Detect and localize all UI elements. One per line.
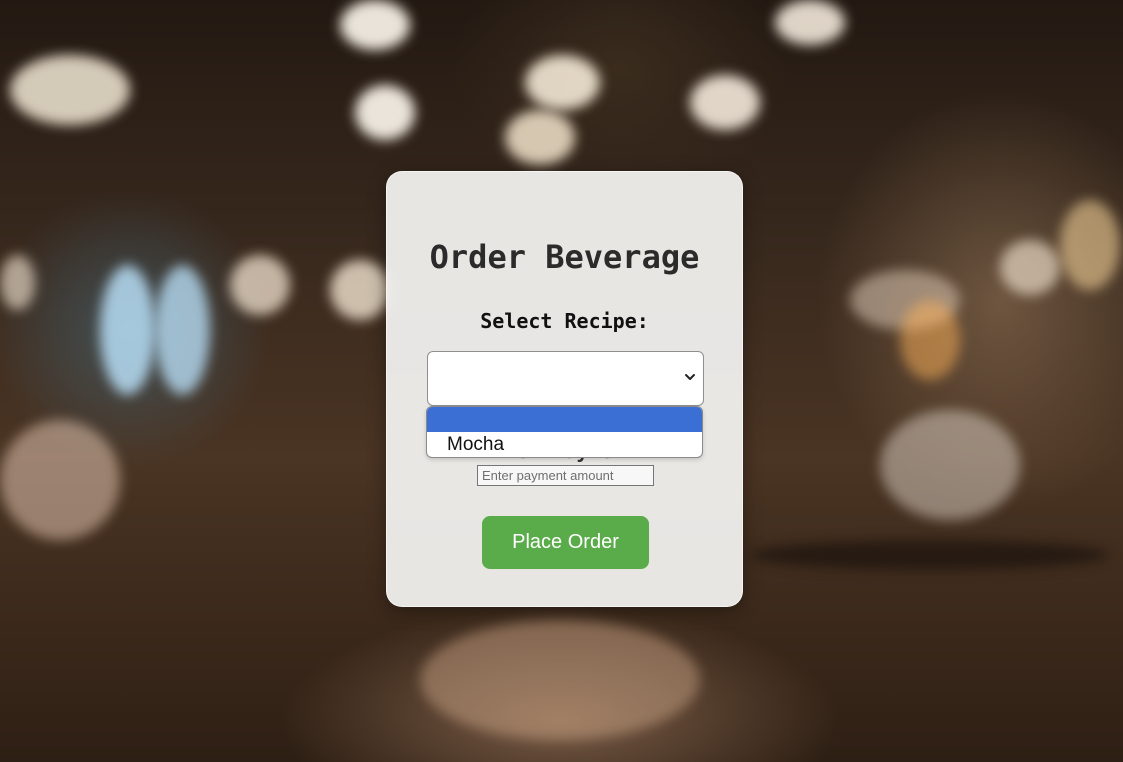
recipe-option-mocha[interactable]: Mocha: [427, 432, 702, 457]
recipe-label: Select Recipe:: [480, 309, 649, 333]
page-title: Order Beverage: [429, 238, 700, 276]
recipe-option-empty[interactable]: [427, 407, 702, 432]
place-order-button[interactable]: Place Order: [482, 516, 649, 569]
recipe-select[interactable]: [427, 351, 704, 406]
order-form-card: Order Beverage Select Recipe: Enter Paym…: [386, 171, 743, 607]
chevron-down-icon: [685, 374, 695, 380]
payment-input[interactable]: [477, 465, 654, 486]
recipe-dropdown-list: Mocha: [426, 406, 703, 458]
